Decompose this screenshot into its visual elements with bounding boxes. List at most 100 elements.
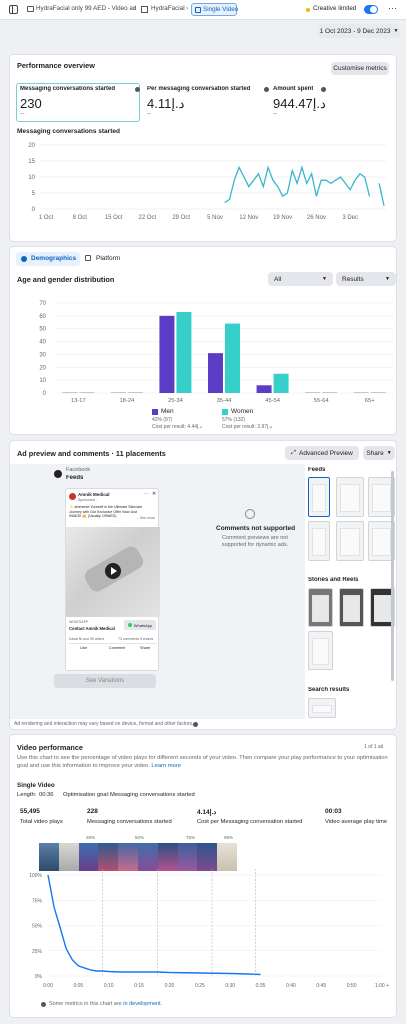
share-label: Share [366, 449, 384, 457]
date-range-text: 1 Oct 2023 - 9 Dec 2023 [319, 27, 391, 35]
breadcrumb-campaign[interactable]: HydraFacial only 99 AED - Video ad [36, 5, 136, 12]
advanced-preview-button[interactable]: ⤢ Advanced Preview [285, 446, 359, 460]
breadcrumb-ad: Single Video [203, 6, 239, 13]
metric-value: 944.47د.إ [273, 96, 326, 111]
metric-sub: -- [147, 111, 151, 117]
x-tick-label: 65+ [365, 398, 375, 404]
ad-preview-card: Ad preview and comments · 11 placements … [9, 440, 397, 730]
video-frame [177, 843, 198, 871]
goal-value: Messaging conversations started [110, 792, 195, 798]
tab-demographics[interactable]: Demographics [16, 252, 80, 266]
x-tick-label: 0:00 [43, 983, 53, 989]
play-button-icon[interactable] [105, 563, 121, 579]
customise-metrics-button[interactable]: Customise metrics [331, 62, 389, 75]
x-tick-label: 3 Dec [342, 215, 358, 221]
breadcrumb-ad-chip[interactable]: Single Video [191, 3, 239, 16]
x-tick-label: 22 Oct [139, 215, 157, 221]
retention-line [47, 874, 261, 976]
chart-title: Messaging conversations started [17, 128, 120, 135]
placement-thumbnail[interactable] [308, 477, 330, 517]
placement-thumbnail[interactable] [339, 588, 364, 627]
toggle-switch[interactable] [364, 5, 378, 14]
y-tick-label: 20 [28, 143, 35, 149]
results-filter-select[interactable]: Results ▼ [336, 272, 396, 286]
ad-preview-title: Ad preview and comments · 11 placements [17, 449, 166, 458]
placement-label: Feeds [66, 475, 84, 481]
video-frame [118, 843, 138, 871]
y-tick-label: 40 [39, 340, 46, 346]
placement-thumbnail[interactable] [336, 521, 364, 561]
see-variations-button[interactable]: See Variations [54, 674, 156, 688]
tab-platform[interactable]: Platform [96, 255, 120, 262]
post-close-icon[interactable]: ✕ [152, 491, 156, 497]
marker-25: 25% [86, 835, 96, 840]
x-tick-label: 12 Nov [239, 215, 258, 221]
bar-women [273, 373, 289, 393]
age-gender-bar-chart: 0 10 20 30 40 50 60 70 13-17 18-24 25-34 35-44 45-54… [39, 301, 394, 404]
metric-sub: -- [20, 111, 24, 117]
y-tick-label: 50 [39, 327, 46, 333]
ad-post-preview[interactable]: Amnik Medical Sponsored · ⋯ ✕ ✨ #mmerse … [65, 488, 160, 671]
side-scrollbar[interactable] [391, 471, 394, 681]
y-tick-label: 100% [29, 873, 42, 879]
platform-label: Facebook [66, 467, 91, 473]
status-dot-icon [306, 8, 310, 12]
placement-thumbnail[interactable] [308, 698, 336, 718]
bar-men [110, 392, 126, 393]
info-icon[interactable] [264, 87, 269, 92]
placement-thumbnail[interactable] [308, 631, 333, 670]
page-name: Amnik Medical [78, 492, 110, 497]
marker-50: 50% [135, 835, 145, 840]
video-frame [58, 843, 79, 871]
stat-value: 228 [87, 808, 98, 815]
x-tick-label: 0:45 [316, 983, 326, 989]
info-icon[interactable] [193, 722, 198, 727]
video-thumbnail[interactable] [66, 527, 160, 617]
legend-women-label: Women [231, 408, 254, 415]
x-tick-label: 35-44 [217, 398, 233, 404]
y-tick-label: 20 [39, 365, 46, 371]
x-tick-label: 5 Nov [207, 215, 223, 221]
in-development-link[interactable]: in development. [123, 1001, 162, 1007]
facebook-icon [54, 470, 62, 478]
info-icon[interactable] [41, 1002, 46, 1007]
whatsapp-icon [127, 623, 132, 627]
info-icon[interactable] [135, 87, 140, 92]
whatsapp-button[interactable]: WhatsApp [124, 620, 156, 630]
chevron-down-icon: ▼ [393, 28, 399, 34]
legend-men-percent: 42% (97) [152, 417, 173, 423]
breadcrumb-adset[interactable]: HydraFacial [151, 5, 185, 12]
comments-not-supported-title: Comments not supported [216, 525, 296, 532]
learn-more-link[interactable]: Learn more [151, 763, 181, 769]
platform-icon [85, 255, 91, 261]
cta-title: Contact Amnik Medical [69, 626, 115, 631]
chevron-down-icon: ▼ [322, 276, 327, 282]
share-action[interactable]: Share [140, 646, 150, 650]
page-avatar [69, 493, 76, 500]
advanced-label: Advanced Preview [298, 449, 353, 457]
y-tick-label: 15 [28, 159, 35, 165]
video-retention-chart: 0% 25% 50% 75% 100% 0:00 0:05 0:10 0:15 0:20 0:25 0… [29, 869, 389, 989]
y-tick-label: 70 [39, 301, 46, 307]
comment-action[interactable]: Comment [109, 646, 125, 650]
placement-thumbnail[interactable] [336, 477, 364, 517]
placement-thumbnail[interactable] [308, 521, 330, 561]
share-button[interactable]: Share ▼ [363, 446, 395, 460]
video-frame [157, 843, 178, 871]
stat-label: Cost per Messaging conversation started [197, 819, 303, 825]
more-options-icon[interactable]: ⋯ [388, 3, 397, 14]
whatsapp-label: WhatsApp [133, 622, 153, 628]
x-tick-label: 19 Nov [273, 215, 292, 221]
see-more-link[interactable]: ... See more [136, 516, 155, 520]
legend-men-label: Men [161, 408, 174, 415]
x-tick-label: 0:35 [256, 983, 266, 989]
info-icon[interactable] [321, 87, 326, 92]
placement-thumbnail[interactable] [308, 588, 333, 627]
legend-swatch-men [152, 409, 158, 415]
date-range-picker[interactable]: 1 Oct 2023 - 9 Dec 2023 ▼ [318, 24, 400, 38]
like-action[interactable]: Like [80, 646, 87, 650]
people-icon [21, 256, 27, 262]
post-more-icon[interactable]: ⋯ [144, 491, 149, 497]
age-filter-select[interactable]: All ▼ [268, 272, 333, 286]
sidebar-toggle-icon[interactable] [9, 5, 18, 14]
